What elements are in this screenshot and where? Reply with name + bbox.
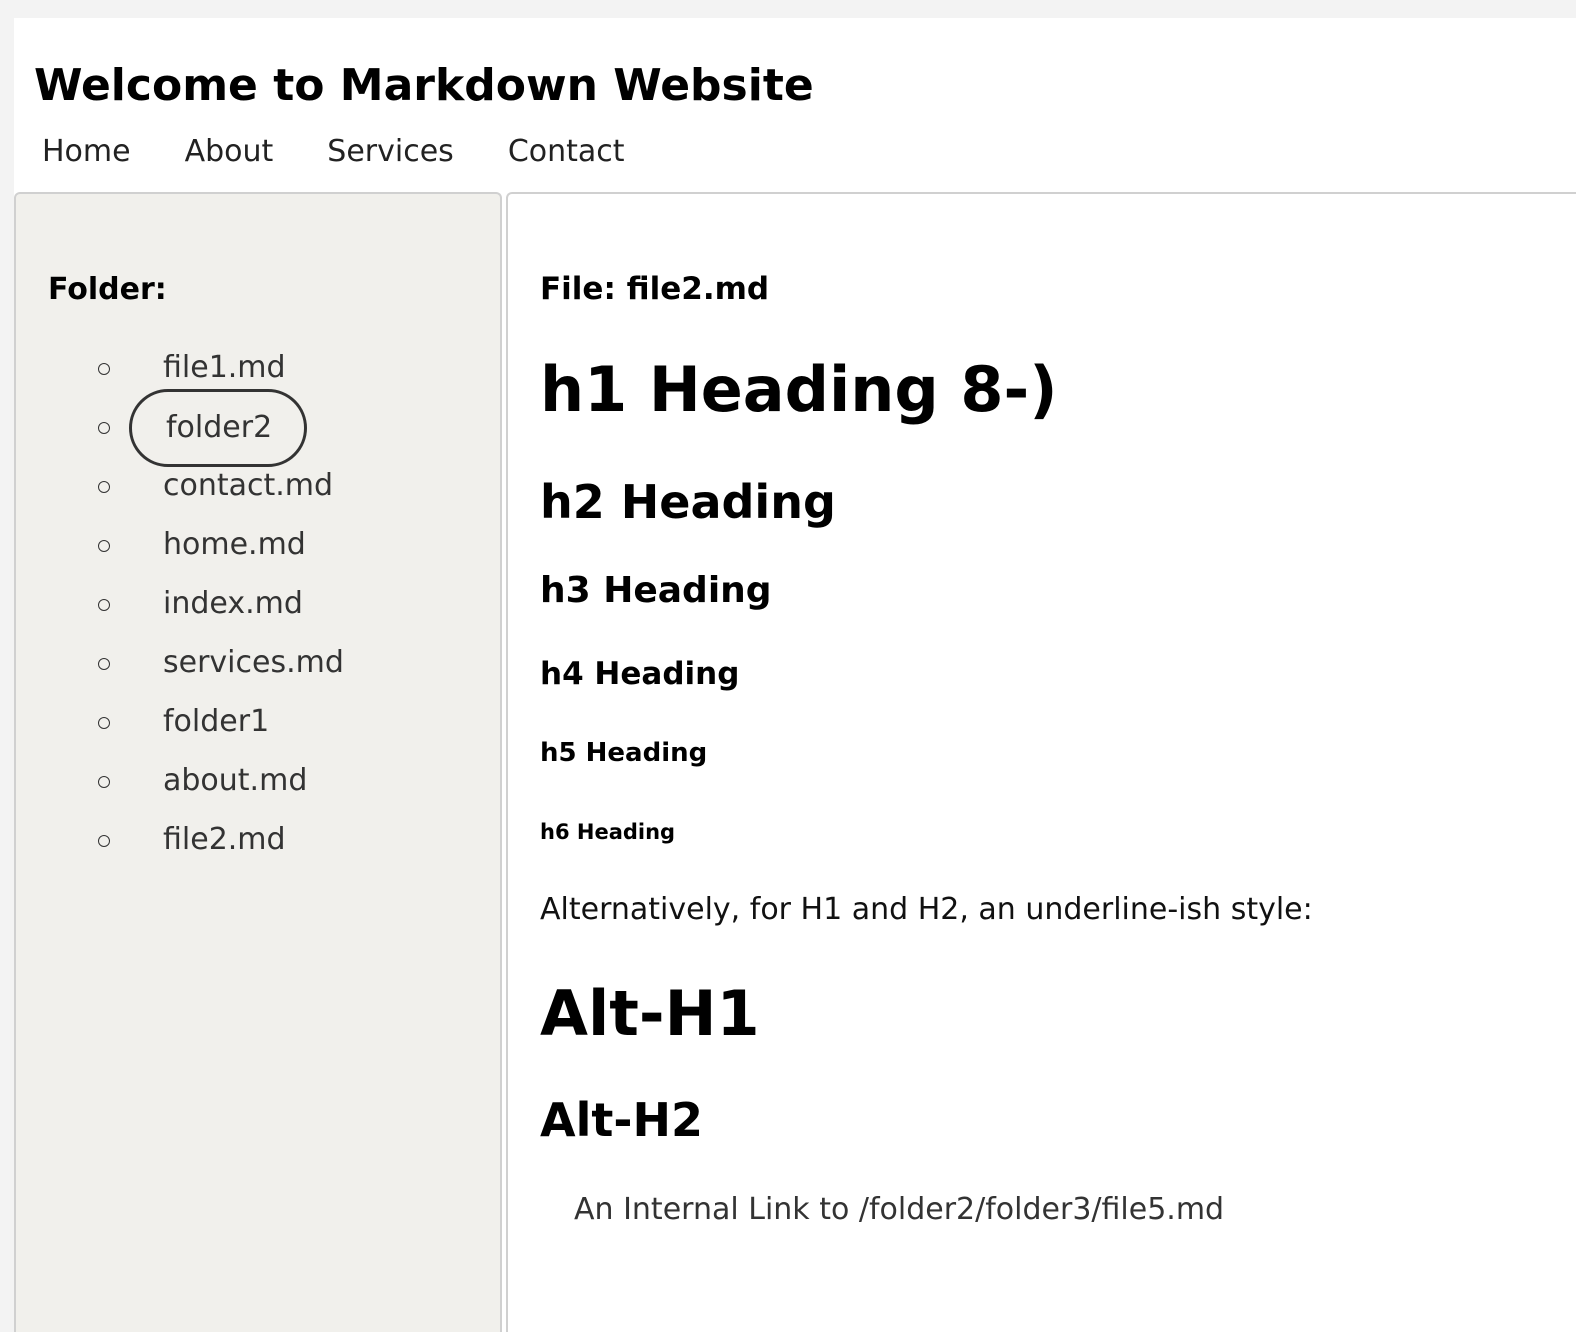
- list-item: about.md: [16, 763, 416, 822]
- sidebar-item-contact[interactable]: contact.md: [163, 466, 333, 506]
- file-list: file1.md folder2 contact.md home.md inde…: [16, 350, 416, 881]
- heading-h1: h1 Heading 8-): [540, 353, 1058, 426]
- heading-alt-h1: Alt-H1: [540, 977, 760, 1050]
- sidebar-item-index[interactable]: index.md: [163, 584, 303, 624]
- nav-contact-link[interactable]: Contact: [508, 132, 625, 172]
- sidebar-item-services[interactable]: services.md: [163, 643, 344, 683]
- sidebar-item-folder2[interactable]: folder2: [129, 389, 308, 467]
- list-item: home.md: [16, 527, 416, 586]
- bullet-icon: [98, 717, 110, 729]
- sidebar-item-file1[interactable]: file1.md: [163, 348, 286, 388]
- sidebar: Folder: file1.md folder2 contact.md home…: [14, 192, 502, 1332]
- nav-home-link[interactable]: Home: [42, 132, 131, 172]
- top-nav: Home About Services Contact: [42, 132, 679, 172]
- sidebar-item-home[interactable]: home.md: [163, 525, 306, 565]
- heading-h4: h4 Heading: [540, 656, 740, 692]
- sidebar-item-about[interactable]: about.md: [163, 761, 307, 801]
- bullet-icon: [98, 658, 110, 670]
- sidebar-item-folder1[interactable]: folder1: [163, 702, 269, 742]
- bullet-icon: [98, 422, 110, 434]
- page: Welcome to Markdown Website Home About S…: [14, 18, 1576, 1332]
- list-item: file2.md: [16, 822, 416, 881]
- bullet-icon: [98, 481, 110, 493]
- internal-link[interactable]: An Internal Link to /folder2/folder3/fil…: [574, 1190, 1224, 1230]
- bullet-icon: [98, 540, 110, 552]
- site-title: Welcome to Markdown Website: [34, 60, 814, 111]
- main-content: File: file2.md h1 Heading 8-) h2 Heading…: [506, 192, 1576, 1332]
- nav-services-link[interactable]: Services: [327, 132, 454, 172]
- bullet-icon: [98, 835, 110, 847]
- body-paragraph: Alternatively, for H1 and H2, an underli…: [540, 892, 1313, 927]
- heading-h2: h2 Heading: [540, 475, 836, 529]
- heading-h3: h3 Heading: [540, 570, 772, 611]
- list-item: contact.md: [16, 468, 416, 527]
- bullet-icon: [98, 363, 110, 375]
- list-item: folder2: [16, 389, 416, 468]
- heading-alt-h2: Alt-H2: [540, 1093, 703, 1147]
- list-item: services.md: [16, 645, 416, 704]
- sidebar-item-file2[interactable]: file2.md: [163, 820, 286, 860]
- nav-about-link[interactable]: About: [185, 132, 274, 172]
- bullet-icon: [98, 776, 110, 788]
- file-label: File: file2.md: [540, 271, 770, 307]
- folder-label: Folder:: [48, 272, 167, 307]
- site-header: Welcome to Markdown Website Home About S…: [14, 18, 1576, 192]
- bullet-icon: [98, 599, 110, 611]
- heading-h5: h5 Heading: [540, 738, 708, 768]
- list-item: index.md: [16, 586, 416, 645]
- list-item: folder1: [16, 704, 416, 763]
- heading-h6: h6 Heading: [540, 820, 676, 844]
